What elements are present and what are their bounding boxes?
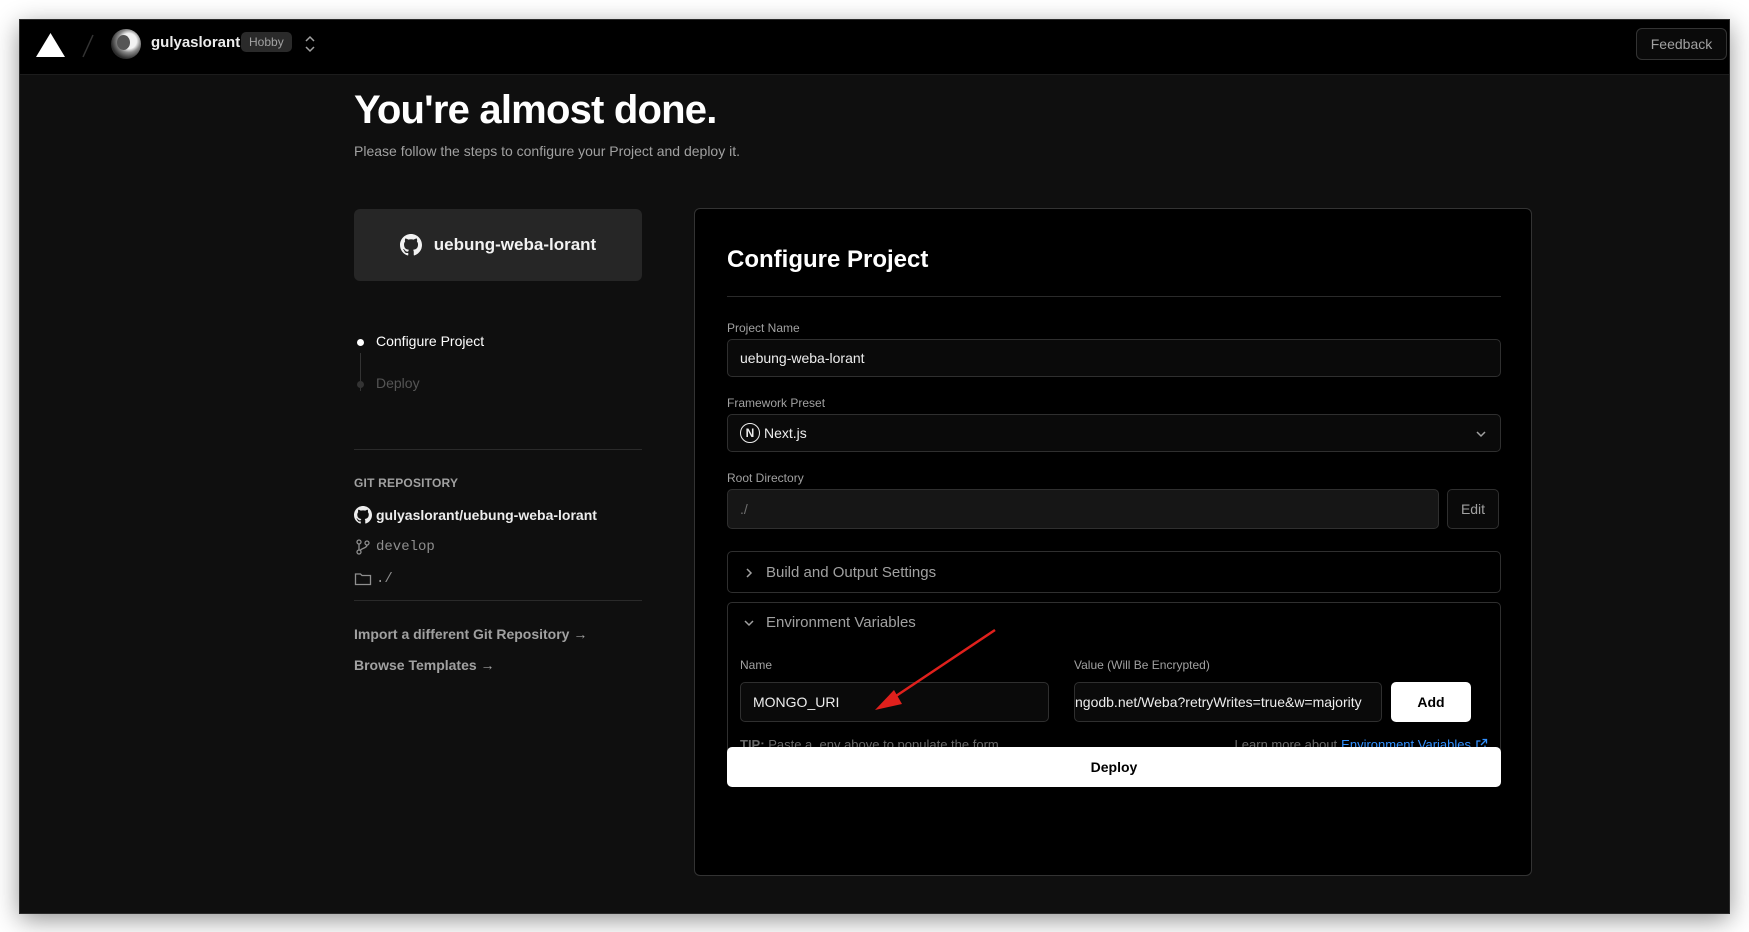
sidebar-divider bbox=[354, 600, 642, 601]
step-indicator-pending bbox=[357, 381, 364, 388]
folder-icon bbox=[354, 573, 372, 586]
git-repository-row[interactable]: gulyaslorant/uebung-weba-lorant bbox=[354, 506, 597, 524]
git-repository-heading: GIT REPOSITORY bbox=[354, 476, 459, 490]
github-icon bbox=[399, 234, 422, 256]
chevron-down-icon bbox=[1476, 431, 1486, 438]
repository-card: uebung-weba-lorant bbox=[354, 209, 642, 281]
env-name-input[interactable]: MONGO_URI bbox=[740, 682, 1049, 722]
project-name-input[interactable]: uebung-weba-lorant bbox=[727, 339, 1501, 377]
env-name-label: Name bbox=[740, 658, 773, 672]
nextjs-icon: N bbox=[740, 423, 760, 443]
root-directory-edit-button[interactable]: Edit bbox=[1447, 489, 1499, 529]
page-title: You're almost done. bbox=[354, 88, 717, 132]
build-output-settings-accordion[interactable]: Build and Output Settings bbox=[727, 551, 1501, 593]
repository-card-name: uebung-weba-lorant bbox=[433, 235, 597, 254]
environment-variables-label: Environment Variables bbox=[766, 614, 916, 631]
browse-templates-link[interactable]: Browse Templates → bbox=[354, 657, 495, 673]
git-directory-row: ./ bbox=[354, 570, 393, 588]
sidebar-divider bbox=[354, 449, 642, 450]
git-branch-name: develop bbox=[376, 539, 435, 555]
app-window: gulyaslorant Hobby Feedback You're almos… bbox=[20, 20, 1729, 913]
deploy-button[interactable]: Deploy bbox=[727, 747, 1501, 787]
root-directory-label: Root Directory bbox=[727, 471, 804, 485]
framework-preset-label: Framework Preset bbox=[727, 396, 826, 410]
github-icon bbox=[354, 506, 372, 524]
configure-project-card: Configure Project Project Name uebung-we… bbox=[694, 208, 1532, 876]
project-name-label: Project Name bbox=[727, 321, 800, 335]
scope-switcher-icon[interactable] bbox=[303, 33, 317, 55]
environment-variables-header[interactable]: Environment Variables bbox=[742, 614, 916, 631]
chevron-down-icon bbox=[744, 619, 754, 626]
env-value-input[interactable]: ngodb.net/Weba?retryWrites=true&w=majori… bbox=[1074, 682, 1382, 722]
git-branch-icon bbox=[356, 539, 370, 555]
git-branch-row: develop bbox=[354, 538, 435, 556]
step-deploy: Deploy bbox=[376, 375, 420, 391]
step-indicator-active bbox=[357, 339, 364, 346]
environment-variables-section: Environment Variables Name MONGO_URI Val… bbox=[727, 602, 1501, 756]
vercel-logo-icon[interactable] bbox=[35, 32, 66, 58]
top-navigation-bar: gulyaslorant Hobby Feedback bbox=[20, 20, 1729, 75]
plan-badge: Hobby bbox=[241, 32, 292, 52]
git-directory-path: ./ bbox=[376, 571, 393, 587]
chevron-right-icon bbox=[746, 567, 753, 578]
card-divider bbox=[727, 296, 1501, 297]
env-value-label: Value (Will Be Encrypted) bbox=[1074, 658, 1210, 672]
root-directory-input: ./ bbox=[727, 489, 1439, 529]
build-output-settings-header[interactable]: Build and Output Settings bbox=[742, 564, 936, 581]
import-git-repository-link[interactable]: Import a different Git Repository → bbox=[354, 626, 587, 642]
framework-preset-select[interactable]: N Next.js bbox=[727, 414, 1501, 452]
page-subtitle: Please follow the steps to configure you… bbox=[354, 143, 740, 159]
breadcrumb-separator-icon bbox=[82, 34, 94, 58]
user-avatar[interactable] bbox=[111, 29, 141, 59]
step-configure-project: Configure Project bbox=[376, 333, 485, 349]
feedback-button[interactable]: Feedback bbox=[1636, 28, 1727, 60]
framework-preset-value: Next.js bbox=[764, 425, 807, 441]
env-add-button[interactable]: Add bbox=[1391, 682, 1471, 722]
team-username[interactable]: gulyaslorant bbox=[151, 34, 240, 51]
git-repository-name[interactable]: gulyaslorant/uebung-weba-lorant bbox=[376, 507, 597, 523]
build-output-settings-label: Build and Output Settings bbox=[766, 564, 937, 581]
configure-project-title: Configure Project bbox=[727, 246, 929, 273]
